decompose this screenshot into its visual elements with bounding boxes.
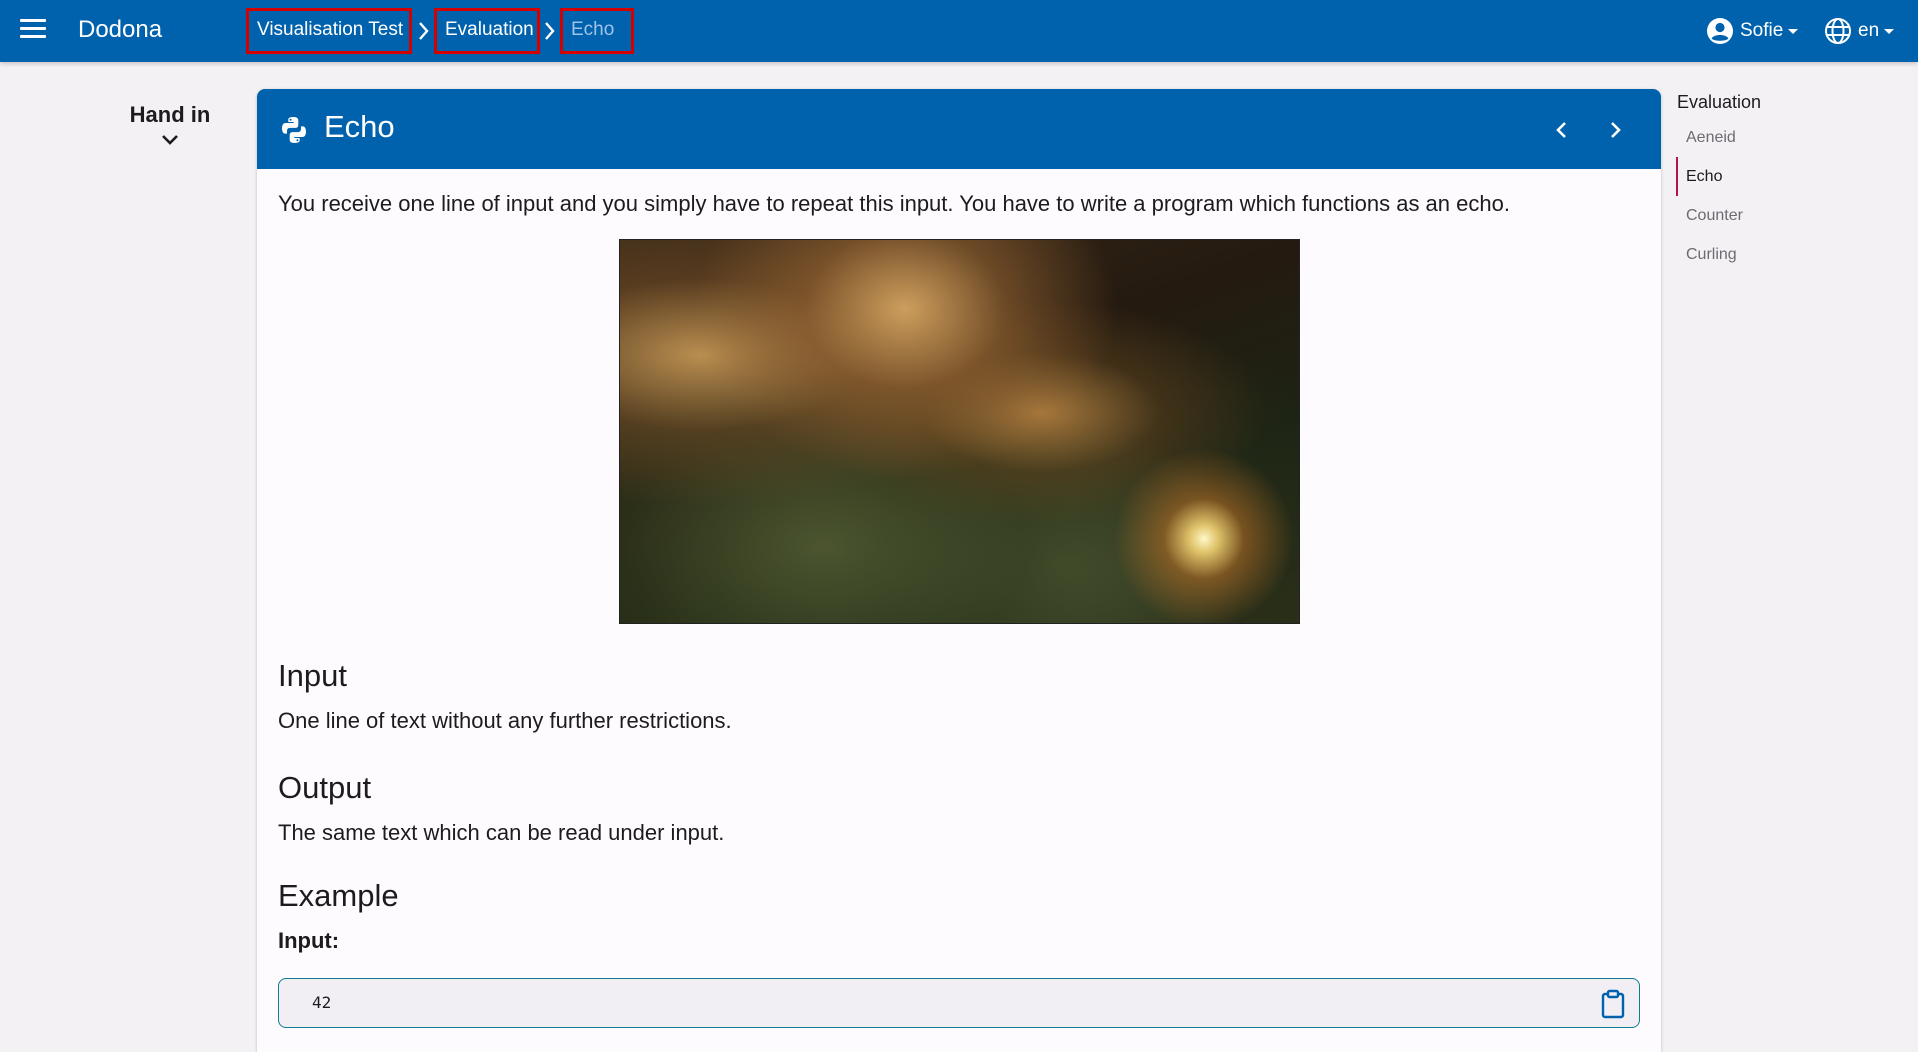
hand-in-toggle[interactable]: Hand in bbox=[120, 102, 220, 148]
cave-image bbox=[618, 239, 1300, 624]
top-app-bar: Dodona Visualisation Test Evaluation Ech… bbox=[0, 0, 1918, 62]
menu-icon[interactable] bbox=[20, 19, 46, 43]
toc-item-echo[interactable]: Echo bbox=[1676, 157, 1896, 196]
chevron-right-icon bbox=[545, 22, 555, 40]
chevron-right-icon bbox=[1611, 122, 1621, 138]
chevron-right-icon bbox=[419, 22, 429, 40]
globe-icon bbox=[1825, 18, 1851, 44]
exercise-description: You receive one line of input and you si… bbox=[278, 189, 1640, 1028]
description-text: You receive one line of input and you si… bbox=[278, 191, 1510, 216]
breadcrumb-course[interactable]: Visualisation Test bbox=[246, 8, 412, 54]
input-heading: Input bbox=[278, 658, 347, 693]
output-text: The same text which can be read under in… bbox=[278, 820, 725, 845]
series-toc: Evaluation Aeneid Echo Counter Curling bbox=[1676, 92, 1896, 274]
caret-down-icon bbox=[1884, 28, 1895, 34]
hand-in-label: Hand in bbox=[129, 102, 211, 127]
user-name: Sofie bbox=[1740, 20, 1784, 41]
toc-item-counter[interactable]: Counter bbox=[1676, 196, 1896, 235]
exercise-card: Echo You receive one line of input and y… bbox=[257, 89, 1661, 1052]
output-heading: Output bbox=[278, 770, 372, 805]
breadcrumb-series[interactable]: Evaluation bbox=[434, 8, 540, 54]
caret-down-icon bbox=[1788, 28, 1799, 34]
breadcrumb-exercise: Echo bbox=[560, 8, 634, 54]
exercise-title: Echo bbox=[324, 109, 395, 144]
account-circle-icon bbox=[1707, 18, 1733, 44]
language-menu[interactable]: en bbox=[1824, 16, 1895, 46]
next-exercise-button[interactable] bbox=[1598, 113, 1632, 147]
toc-title: Evaluation bbox=[1677, 92, 1762, 112]
previous-exercise-button[interactable] bbox=[1545, 113, 1579, 147]
example-heading: Example bbox=[278, 878, 399, 913]
toc-item-curling[interactable]: Curling bbox=[1676, 235, 1896, 274]
example-input-box[interactable]: 42 bbox=[278, 978, 1640, 1028]
user-menu[interactable]: Sofie bbox=[1706, 16, 1799, 46]
exercise-card-header: Echo bbox=[257, 89, 1661, 169]
clipboard-icon[interactable] bbox=[1599, 989, 1627, 1019]
chevron-down-icon bbox=[162, 135, 178, 145]
python-icon bbox=[282, 117, 306, 143]
brand-link[interactable]: Dodona bbox=[78, 16, 162, 44]
input-text: One line of text without any further res… bbox=[278, 708, 732, 733]
example-input-label: Input: bbox=[278, 928, 340, 953]
chevron-left-icon bbox=[1556, 122, 1566, 138]
language-code: en bbox=[1858, 20, 1880, 41]
toc-item-aeneid[interactable]: Aeneid bbox=[1676, 118, 1896, 157]
example-input-value: 42 bbox=[312, 993, 332, 1012]
